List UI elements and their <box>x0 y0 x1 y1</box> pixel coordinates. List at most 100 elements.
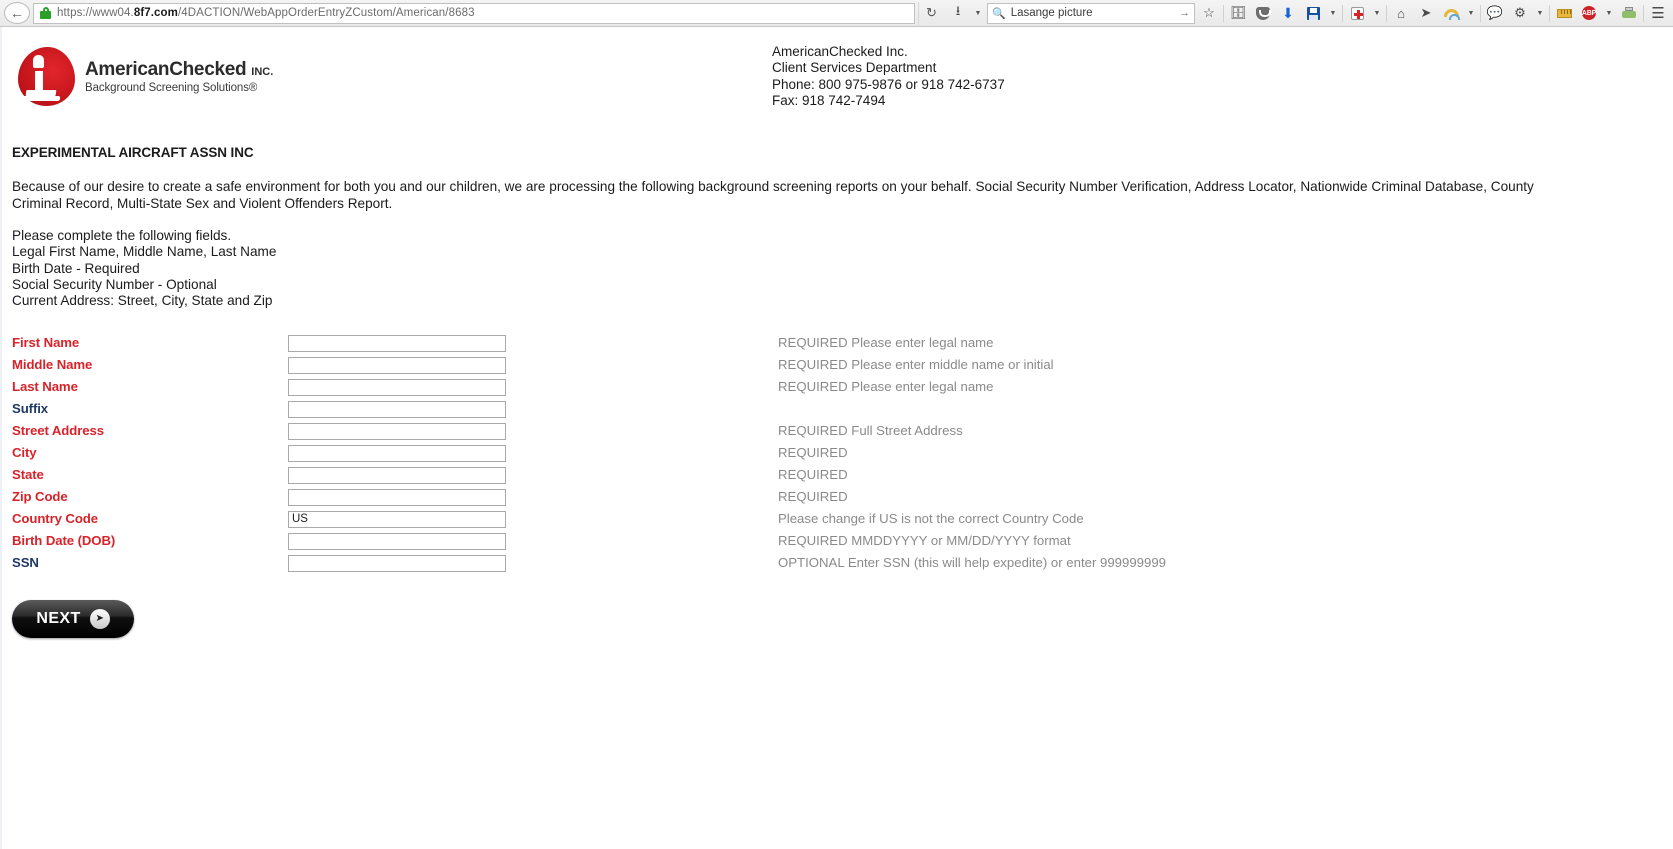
adblock-plus-button[interactable]: ABP <box>1578 2 1600 24</box>
street-address-input[interactable] <box>288 422 506 440</box>
rainbow-dropdown-button[interactable]: ▼ <box>1465 10 1477 17</box>
label-first-name: First Name <box>12 335 80 351</box>
toolbar-separator <box>1223 4 1224 22</box>
tools-button[interactable]: ⚙ <box>1509 2 1531 24</box>
reload-button[interactable]: ↻ <box>918 1 944 25</box>
download-blue-button[interactable]: ⬇ <box>1277 2 1299 24</box>
city-input[interactable] <box>288 444 506 462</box>
intro-paragraph: Because of our desire to create a safe e… <box>12 179 1534 212</box>
hint-state: REQUIRED <box>778 467 848 483</box>
toolbar-separator <box>1643 4 1644 22</box>
page-header: AmericanChecked INC. Background Screenin… <box>0 27 1673 109</box>
search-icon: 🔍 <box>992 7 1006 20</box>
hint-ssn: OPTIONAL Enter SSN (this will help exped… <box>778 555 1167 571</box>
downloads-dropdown-button[interactable]: ▼ <box>972 10 984 17</box>
last-name-input[interactable] <box>288 378 506 396</box>
floppy-dropdown-button[interactable]: ▼ <box>1327 10 1339 17</box>
printer-button[interactable] <box>1618 2 1640 24</box>
floppy-save-button[interactable] <box>1302 2 1324 24</box>
field-cell <box>288 377 778 396</box>
url-bar[interactable]: https://www04.8f7.com/4DACTION/WebAppOrd… <box>33 2 915 24</box>
downloads-button[interactable]: ⭳ <box>947 2 969 24</box>
form-row-country-code: Country Code Please change if US is not … <box>12 508 1673 530</box>
arrow-right-circle-icon: ➤ <box>89 608 110 629</box>
printer-icon <box>1622 7 1636 19</box>
hint-middle-name: REQUIRED Please enter middle name or ini… <box>778 357 1054 373</box>
toolbar-separator <box>1549 4 1550 22</box>
middle-name-input[interactable] <box>288 356 506 374</box>
search-go-icon[interactable]: → <box>1179 7 1190 19</box>
label-city: City <box>12 445 37 461</box>
tools-dropdown-button[interactable]: ▼ <box>1534 10 1546 17</box>
brand-tagline: Background Screening Solutions® <box>85 82 258 95</box>
hint-city: REQUIRED <box>778 445 848 461</box>
paper-plane-icon: ➤ <box>1420 5 1432 20</box>
ruler-icon <box>1556 8 1572 18</box>
hamburger-menu-button[interactable]: ☰ <box>1647 2 1669 24</box>
first-name-input[interactable] <box>288 334 506 352</box>
contact-company: AmericanChecked Inc. <box>772 44 908 59</box>
ssn-input[interactable] <box>288 554 506 572</box>
paper-plane-button[interactable]: ➤ <box>1415 2 1437 24</box>
downloads-icon: ⭳ <box>955 3 961 18</box>
pocket-button[interactable] <box>1252 2 1274 24</box>
hint-country-code: Please change if US is not the correct C… <box>778 511 1084 527</box>
next-button-label: NEXT <box>36 609 81 627</box>
form-row-ssn: SSN OPTIONAL Enter SSN (this will help e… <box>12 552 1673 574</box>
adblock-plus-icon: ABP <box>1582 6 1596 20</box>
order-entry-form: First Name REQUIRED Please enter legal n… <box>0 310 1673 574</box>
reload-icon: ↻ <box>926 5 937 20</box>
label-country-code: Country Code <box>12 511 98 527</box>
bookmark-star-icon: ☆ <box>1203 5 1215 20</box>
home-button[interactable]: ⌂ <box>1390 2 1412 24</box>
search-bar[interactable]: 🔍 Lasange picture → <box>987 2 1195 24</box>
back-button[interactable]: ← <box>4 2 30 24</box>
bookmark-star-button[interactable]: ☆ <box>1198 2 1220 24</box>
contact-fax: Fax: 918 742-7494 <box>772 92 886 108</box>
pocket-icon <box>1256 6 1271 20</box>
label-street-address: Street Address <box>12 423 104 439</box>
next-button[interactable]: NEXT ➤ <box>12 599 134 638</box>
rainbow-icon <box>1443 9 1460 20</box>
floppy-save-icon <box>1306 6 1320 20</box>
instruction-line: Legal First Name, Middle Name, Last Name <box>12 244 277 260</box>
form-row-middle-name: Middle Name REQUIRED Please enter middle… <box>12 354 1673 376</box>
toolbar-separator <box>1342 4 1343 22</box>
hamburger-menu-icon: ☰ <box>1651 5 1665 22</box>
instruction-line: Please complete the following fields. <box>12 228 232 244</box>
red-cross-addon-button[interactable] <box>1346 2 1368 24</box>
hint-street-address: REQUIRED Full Street Address <box>778 423 963 439</box>
red-cross-dropdown-button[interactable]: ▼ <box>1371 10 1383 17</box>
rainbow-button[interactable] <box>1440 2 1462 24</box>
zip-code-input[interactable] <box>288 488 506 506</box>
label-state: State <box>12 467 44 483</box>
country-code-input[interactable] <box>288 510 506 528</box>
label-last-name: Last Name <box>12 379 78 395</box>
form-row-zip-code: Zip Code REQUIRED <box>12 486 1673 508</box>
brand-inc-text: INC. <box>251 66 274 79</box>
reader-button[interactable]: 🗄 <box>1227 2 1249 24</box>
tools-icon: ⚙ <box>1514 5 1526 20</box>
toolbar-separator <box>1480 4 1481 22</box>
field-cell <box>288 531 778 550</box>
hint-birth-date: REQUIRED MMDDYYYY or MM/DD/YYYY format <box>778 533 1071 549</box>
search-input[interactable]: Lasange picture <box>1011 7 1179 19</box>
url-host: 8f7.com <box>133 7 178 19</box>
state-input[interactable] <box>288 466 506 484</box>
back-arrow-icon: ← <box>10 5 24 21</box>
adblock-dropdown-button[interactable]: ▼ <box>1603 10 1615 17</box>
birth-date-input[interactable] <box>288 532 506 550</box>
label-zip-code: Zip Code <box>12 489 68 505</box>
ruler-button[interactable] <box>1553 2 1575 24</box>
instruction-line: Birth Date - Required <box>12 260 140 276</box>
field-cell <box>288 355 778 374</box>
brand-wordmark: AmericanChecked INC. Background Screenin… <box>85 60 273 94</box>
speech-bubble-button[interactable]: 💬 <box>1484 2 1506 24</box>
label-ssn: SSN <box>12 555 39 571</box>
instruction-line: Current Address: Street, City, State and… <box>12 293 273 309</box>
field-cell <box>288 487 778 506</box>
page-left-rule <box>0 27 2 849</box>
suffix-input[interactable] <box>288 400 506 418</box>
instructions-block: Please complete the following fields. Le… <box>0 212 1673 309</box>
red-cross-addon-icon <box>1350 6 1364 20</box>
